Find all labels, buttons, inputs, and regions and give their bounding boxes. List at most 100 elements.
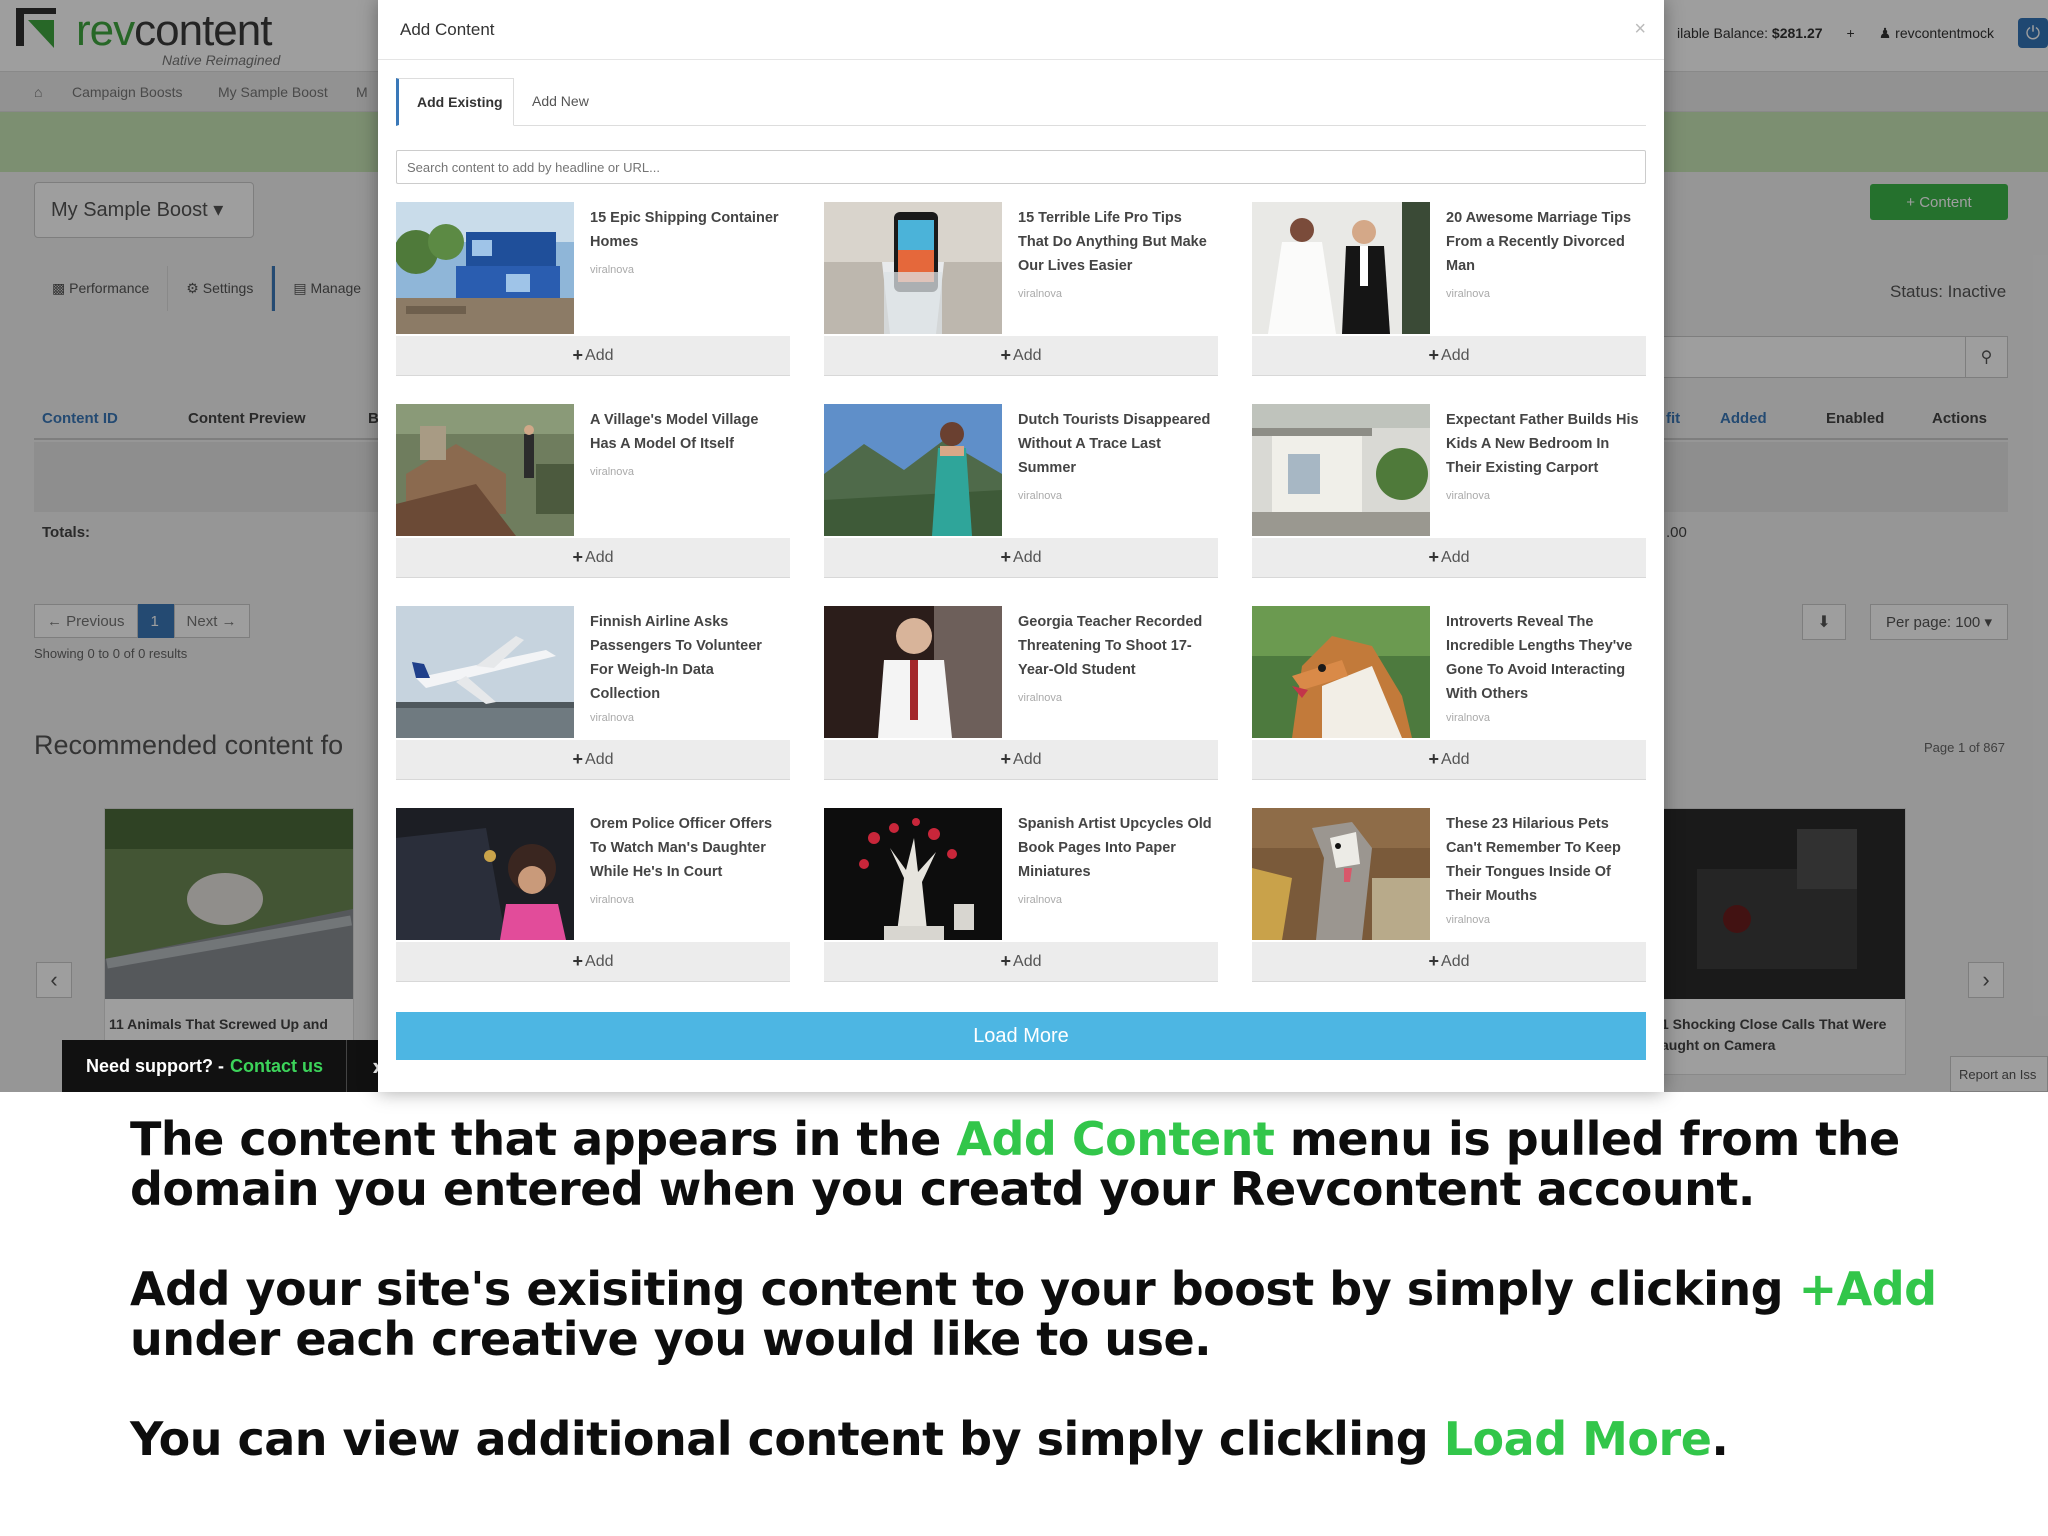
instruction-text: . <box>1711 1412 1729 1466</box>
add-button-label: Add <box>585 952 614 970</box>
content-headline: Georgia Teacher Recorded Threatening To … <box>1018 614 1203 678</box>
content-card: Introverts Reveal The Incredible Lengths… <box>1252 606 1646 802</box>
add-button[interactable]: + Add <box>396 740 790 780</box>
modal-title: Add Content <box>400 20 495 39</box>
add-button[interactable]: + Add <box>1252 740 1646 780</box>
content-source: viralnova <box>1446 914 1491 926</box>
wedding-couple-image <box>1252 202 1430 334</box>
add-button-label: Add <box>585 750 614 768</box>
add-button-label: Add <box>1441 548 1470 566</box>
content-headline: 20 Awesome Marriage Tips From a Recently… <box>1446 210 1632 274</box>
plus-icon: + <box>1000 547 1012 567</box>
content-headline: Finnish Airline Asks Passengers To Volun… <box>590 614 762 702</box>
instruction-highlight: Load More <box>1443 1412 1712 1466</box>
plus-icon: + <box>572 951 584 971</box>
instruction-text: Add your site's exisiting content to you… <box>130 1262 1799 1316</box>
content-thumbnail <box>396 606 574 738</box>
add-button-label: Add <box>1013 750 1042 768</box>
add-button[interactable]: + Add <box>824 336 1218 376</box>
content-card: Finnish Airline Asks Passengers To Volun… <box>396 606 790 802</box>
content-card: Expectant Father Builds His Kids A New B… <box>1252 404 1646 600</box>
greyhound-image <box>1252 808 1430 940</box>
content-card: A Village's Model Village Has A Model Of… <box>396 404 790 600</box>
support-widget[interactable]: Need support? - Contact us › <box>62 1040 406 1092</box>
content-source: viralnova <box>590 466 635 478</box>
add-button[interactable]: + Add <box>824 538 1218 578</box>
add-button[interactable]: + Add <box>396 336 790 376</box>
instruction-highlight: Add Content <box>956 1112 1275 1166</box>
tab-add-new[interactable]: Add New <box>514 78 607 126</box>
instruction-text: You can view additional content by simpl… <box>130 1412 1444 1466</box>
content-headline: Dutch Tourists Disappeared Without A Tra… <box>1018 412 1211 476</box>
collie-dog-image <box>1252 606 1430 738</box>
support-label: Need support? - <box>86 1055 224 1076</box>
content-headline: These 23 Hilarious Pets Can't Remember T… <box>1446 816 1621 904</box>
add-button-label: Add <box>585 346 614 364</box>
content-headline: Orem Police Officer Offers To Watch Man'… <box>590 816 773 880</box>
add-button[interactable]: + Add <box>824 740 1218 780</box>
plus-icon: + <box>572 345 584 365</box>
close-icon[interactable]: × <box>1634 18 1646 41</box>
container-home-image <box>396 202 574 334</box>
add-button-label: Add <box>1441 750 1470 768</box>
content-source: viralnova <box>1018 692 1063 704</box>
content-headline: 15 Terrible Life Pro Tips That Do Anythi… <box>1018 210 1207 274</box>
instruction-text: under each creative you would like to us… <box>130 1312 1212 1366</box>
tab-add-existing[interactable]: Add Existing <box>396 78 514 126</box>
content-search-input[interactable] <box>396 150 1646 184</box>
modal-tabs: Add Existing Add New <box>396 78 1646 126</box>
instruction-paragraph-1: The content that appears in the Add Cont… <box>130 1114 1990 1214</box>
plus-icon: + <box>572 749 584 769</box>
plus-icon: + <box>1428 749 1440 769</box>
content-headline: Spanish Artist Upcycles Old Book Pages I… <box>1018 816 1212 880</box>
content-headline: 15 Epic Shipping Container Homes <box>590 210 779 250</box>
add-button[interactable]: + Add <box>1252 942 1646 982</box>
add-button[interactable]: + Add <box>1252 538 1646 578</box>
content-thumbnail <box>1252 808 1430 940</box>
add-button[interactable]: + Add <box>824 942 1218 982</box>
plus-icon: + <box>572 547 584 567</box>
plus-icon: + <box>1000 749 1012 769</box>
content-source: viralnova <box>1018 490 1063 502</box>
add-button[interactable]: + Add <box>396 538 790 578</box>
content-card: Orem Police Officer Offers To Watch Man'… <box>396 808 790 1004</box>
load-more-button[interactable]: Load More <box>396 1012 1646 1060</box>
plus-icon: + <box>1428 951 1440 971</box>
contact-us-link[interactable]: Contact us <box>230 1056 323 1077</box>
add-button[interactable]: + Add <box>1252 336 1646 376</box>
content-headline: A Village's Model Village Has A Model Of… <box>590 412 759 452</box>
content-thumbnail <box>1252 606 1430 738</box>
phone-cup-image <box>824 202 1002 334</box>
add-button-label: Add <box>1013 346 1042 364</box>
content-thumbnail <box>824 202 1002 334</box>
content-thumbnail <box>824 606 1002 738</box>
add-button-label: Add <box>1441 952 1470 970</box>
content-source: viralnova <box>1446 288 1491 300</box>
content-thumbnail <box>396 202 574 334</box>
content-headline: Expectant Father Builds His Kids A New B… <box>1446 412 1639 476</box>
content-thumbnail <box>824 404 1002 536</box>
model-village-image <box>396 404 574 536</box>
content-thumbnail <box>1252 404 1430 536</box>
airplane-image <box>396 606 574 738</box>
screenshot-root: revcontent Native Reimagined ilable Bala… <box>0 0 2048 1536</box>
modal-header: Add Content × <box>378 0 1664 60</box>
content-thumbnail <box>1252 202 1430 334</box>
plus-icon: + <box>1000 345 1012 365</box>
mountain-woman-image <box>824 404 1002 536</box>
instruction-highlight: +Add <box>1798 1262 1938 1316</box>
content-card: Spanish Artist Upcycles Old Book Pages I… <box>824 808 1218 1004</box>
add-button-label: Add <box>1441 346 1470 364</box>
content-card: Dutch Tourists Disappeared Without A Tra… <box>824 404 1218 600</box>
add-button[interactable]: + Add <box>396 942 790 982</box>
content-headline: Introverts Reveal The Incredible Lengths… <box>1446 614 1633 702</box>
add-button-label: Add <box>1013 548 1042 566</box>
content-card: 15 Terrible Life Pro Tips That Do Anythi… <box>824 202 1218 398</box>
instruction-paragraph-3: You can view additional content by simpl… <box>130 1414 1990 1464</box>
add-button-label: Add <box>1013 952 1042 970</box>
carport-image <box>1252 404 1430 536</box>
plus-icon: + <box>1428 547 1440 567</box>
instruction-paragraph-2: Add your site's exisiting content to you… <box>130 1264 1990 1364</box>
add-content-modal: Add Content × Add Existing Add New Searc… <box>378 0 1664 1092</box>
plus-icon: + <box>1428 345 1440 365</box>
